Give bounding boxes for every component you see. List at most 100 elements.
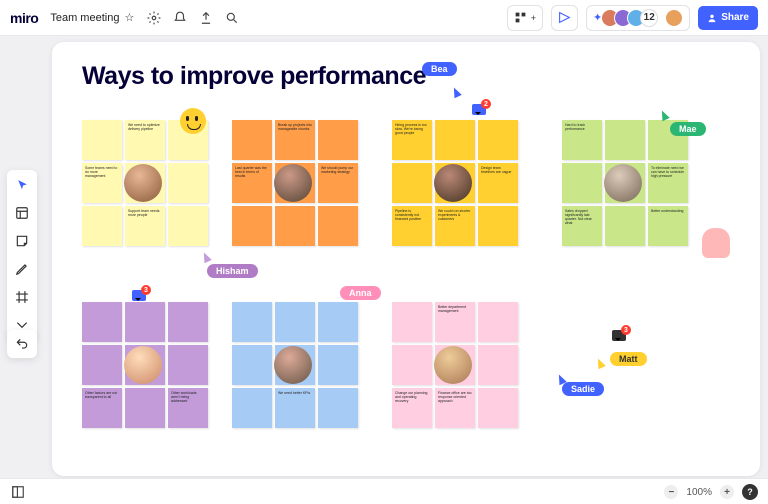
tools-toolbar	[7, 170, 37, 340]
zoom-out-button[interactable]: −	[664, 485, 678, 499]
smiley-sticker[interactable]	[180, 108, 206, 134]
sticky-note[interactable]	[232, 345, 272, 385]
apps-button[interactable]: +	[507, 5, 543, 31]
sticky-note[interactable]: Better department management	[435, 302, 475, 342]
comment-badge: 3	[621, 325, 631, 335]
sticky-note[interactable]	[318, 345, 358, 385]
sticky-note[interactable]	[392, 345, 432, 385]
sticky-note[interactable]	[168, 206, 208, 246]
sticky-note[interactable]: Design team timelines are vague	[478, 163, 518, 203]
sticky-note[interactable]: We need to optimize delivery pipeline	[125, 120, 165, 160]
sticky-note[interactable]	[125, 302, 165, 342]
pen-tool[interactable]	[13, 260, 31, 278]
sticky-note[interactable]	[275, 206, 315, 246]
sticky-note[interactable]: Better understanding	[648, 206, 688, 246]
comment-icon[interactable]: 3	[612, 330, 626, 341]
sticky-note[interactable]: Finance office are too response oriented…	[435, 388, 475, 428]
share-button[interactable]: Share	[698, 6, 758, 30]
user-cursor	[450, 86, 461, 98]
sticky-note[interactable]	[82, 302, 122, 342]
avatar	[124, 346, 162, 384]
sticky-note[interactable]: To eliminate need we can have to schedul…	[648, 163, 688, 203]
board-name[interactable]: Team meeting ☆	[50, 11, 134, 24]
avatar	[434, 346, 472, 384]
select-tool[interactable]	[13, 176, 31, 194]
sticky-note[interactable]	[392, 302, 432, 342]
frame-tool[interactable]	[13, 288, 31, 306]
sticky-note[interactable]: Some teams need to do more management	[82, 163, 122, 203]
collaborators-pill[interactable]: ✦ 12	[586, 5, 690, 31]
sticky-note[interactable]	[125, 388, 165, 428]
minimap-icon[interactable]	[10, 484, 25, 499]
sticky-note[interactable]	[478, 120, 518, 160]
comment-icon[interactable]: 3	[132, 290, 146, 301]
sticky-note[interactable]: Last quarter was the best in terms of re…	[232, 163, 272, 203]
user-tag-sadie: Sadie	[562, 382, 604, 396]
sticky-note[interactable]	[318, 302, 358, 342]
sticky-note[interactable]: Support team needs more people	[125, 206, 165, 246]
sticky-note[interactable]: Break up projects into manageable chunks	[275, 120, 315, 160]
board-name-text: Team meeting	[50, 12, 119, 24]
help-button[interactable]: ?	[742, 484, 758, 500]
sticky-note[interactable]	[275, 302, 315, 342]
sticky-note[interactable]: Sales dropped significantly last quarter…	[562, 206, 602, 246]
search-icon[interactable]	[224, 10, 239, 25]
sticky-note[interactable]: Other factors are not transparent to all	[82, 388, 122, 428]
sticky-note[interactable]	[168, 345, 208, 385]
sticky-note[interactable]	[478, 206, 518, 246]
sticky-note[interactable]: Hiring process is too slow. We're losing…	[392, 120, 432, 160]
sticky-tool[interactable]	[13, 232, 31, 250]
bottom-bar: − 100% + ?	[0, 478, 768, 504]
comment-badge: 3	[141, 285, 151, 295]
user-tag-matt: Matt	[610, 352, 647, 366]
template-tool[interactable]	[13, 204, 31, 222]
sticky-note[interactable]	[562, 163, 602, 203]
sticky-note[interactable]	[478, 388, 518, 428]
sticky-note[interactable]	[318, 388, 358, 428]
sticky-note[interactable]: We need better KPIs	[275, 388, 315, 428]
sticky-note[interactable]	[435, 120, 475, 160]
sticky-note[interactable]	[232, 302, 272, 342]
sticky-note[interactable]	[318, 206, 358, 246]
sticky-note[interactable]	[478, 302, 518, 342]
sticky-note[interactable]	[232, 388, 272, 428]
user-cursor	[594, 357, 605, 369]
avatar	[434, 164, 472, 202]
sticky-note[interactable]: We could run shorter experiments & custo…	[435, 206, 475, 246]
sticky-note[interactable]	[232, 120, 272, 160]
sticky-note[interactable]	[82, 120, 122, 160]
user-tag-anna: Anna	[340, 286, 381, 300]
gear-icon[interactable]	[146, 10, 161, 25]
sticky-note[interactable]	[318, 120, 358, 160]
avatar	[274, 346, 312, 384]
hand-sticker[interactable]	[702, 228, 730, 258]
sticky-note[interactable]	[605, 206, 645, 246]
export-icon[interactable]	[198, 10, 213, 25]
star-icon[interactable]: ☆	[124, 11, 134, 24]
sticky-note[interactable]	[478, 345, 518, 385]
sticky-note[interactable]: Other workloads aren't being addressed	[168, 388, 208, 428]
sticky-note[interactable]: Change our planning and operating recove…	[392, 388, 432, 428]
sticky-note[interactable]: Pipeline is consistently not financed po…	[392, 206, 432, 246]
user-tag-bea: Bea	[422, 62, 457, 76]
present-button[interactable]	[551, 5, 578, 31]
zoom-level[interactable]: 100%	[686, 487, 712, 498]
bell-icon[interactable]	[172, 10, 187, 25]
sticky-note[interactable]: Hard to track performance	[562, 120, 602, 160]
sticky-note[interactable]	[82, 345, 122, 385]
sticky-note[interactable]	[168, 302, 208, 342]
sticky-note[interactable]	[168, 163, 208, 203]
sticky-note[interactable]	[605, 120, 645, 160]
user-tag-mae: Mae	[670, 122, 706, 136]
user-tag-hisham: Hisham	[207, 264, 258, 278]
sticky-note[interactable]	[392, 163, 432, 203]
comment-icon[interactable]: 2	[472, 104, 486, 115]
sticky-note[interactable]	[232, 206, 272, 246]
zoom-in-button[interactable]: +	[720, 485, 734, 499]
undo-button[interactable]	[7, 330, 37, 358]
share-label: Share	[721, 12, 749, 23]
app-logo[interactable]: miro	[10, 10, 38, 26]
sticky-note[interactable]	[82, 206, 122, 246]
canvas[interactable]: Ways to improve performance We need to o…	[52, 42, 760, 476]
sticky-note[interactable]: We should pump our marketing strategy	[318, 163, 358, 203]
